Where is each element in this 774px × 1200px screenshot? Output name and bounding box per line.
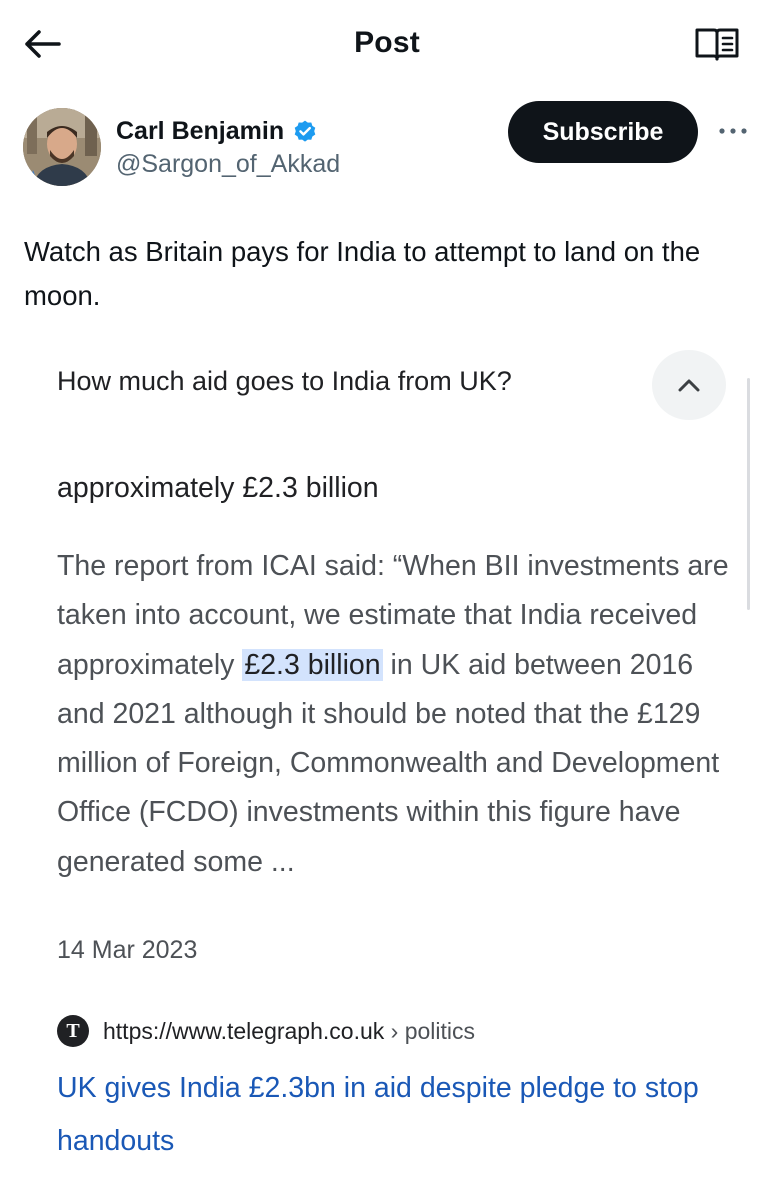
embedded-answer: approximately £2.3 billion [57, 472, 379, 504]
avatar[interactable] [23, 108, 101, 186]
author-name-text: Carl Benjamin [116, 117, 285, 145]
post-view: Post Carl Benjamin @Sargon_of_Akkad Subs… [0, 0, 774, 1200]
top-bar: Post [0, 0, 774, 90]
subscribe-button[interactable]: Subscribe [508, 101, 698, 163]
more-horizontal-icon [719, 128, 747, 134]
verified-badge-icon [292, 119, 318, 145]
source-row: T https://www.telegraph.co.uk › politics [57, 1014, 475, 1048]
favicon-glyph: T [66, 1019, 80, 1042]
snippet-text-after: in UK aid between 2016 and 2021 although… [57, 648, 720, 878]
embedded-question: How much aid goes to India from UK? [57, 366, 512, 396]
avatar-photo [23, 108, 101, 186]
collapse-button [652, 350, 726, 420]
more-options-button[interactable] [716, 118, 750, 144]
source-domain: https://www.telegraph.co.uk [103, 1017, 385, 1044]
result-title-link: UK gives India £2.3bn in aid despite ple… [57, 1072, 699, 1157]
tweet-text: Watch as Britain pays for India to attem… [24, 236, 701, 311]
reader-mode-button[interactable] [692, 24, 742, 64]
telegraph-favicon-icon: T [57, 1015, 89, 1047]
snippet-date: 14 Mar 2023 [57, 936, 198, 964]
page-title: Post [354, 26, 420, 59]
book-open-icon [695, 28, 739, 61]
snippet-highlight: £2.3 billion [242, 648, 383, 681]
author-handle[interactable]: @Sargon_of_Akkad [116, 150, 340, 179]
source-breadcrumb: › politics [384, 1017, 476, 1044]
source-url: https://www.telegraph.co.uk › politics [103, 1018, 475, 1045]
embedded-snippet: The report from ICAI said: “When BII inv… [57, 542, 737, 887]
author-name[interactable]: Carl Benjamin [116, 117, 318, 146]
embedded-scrollbar [747, 378, 750, 610]
chevron-up-icon [678, 379, 700, 392]
